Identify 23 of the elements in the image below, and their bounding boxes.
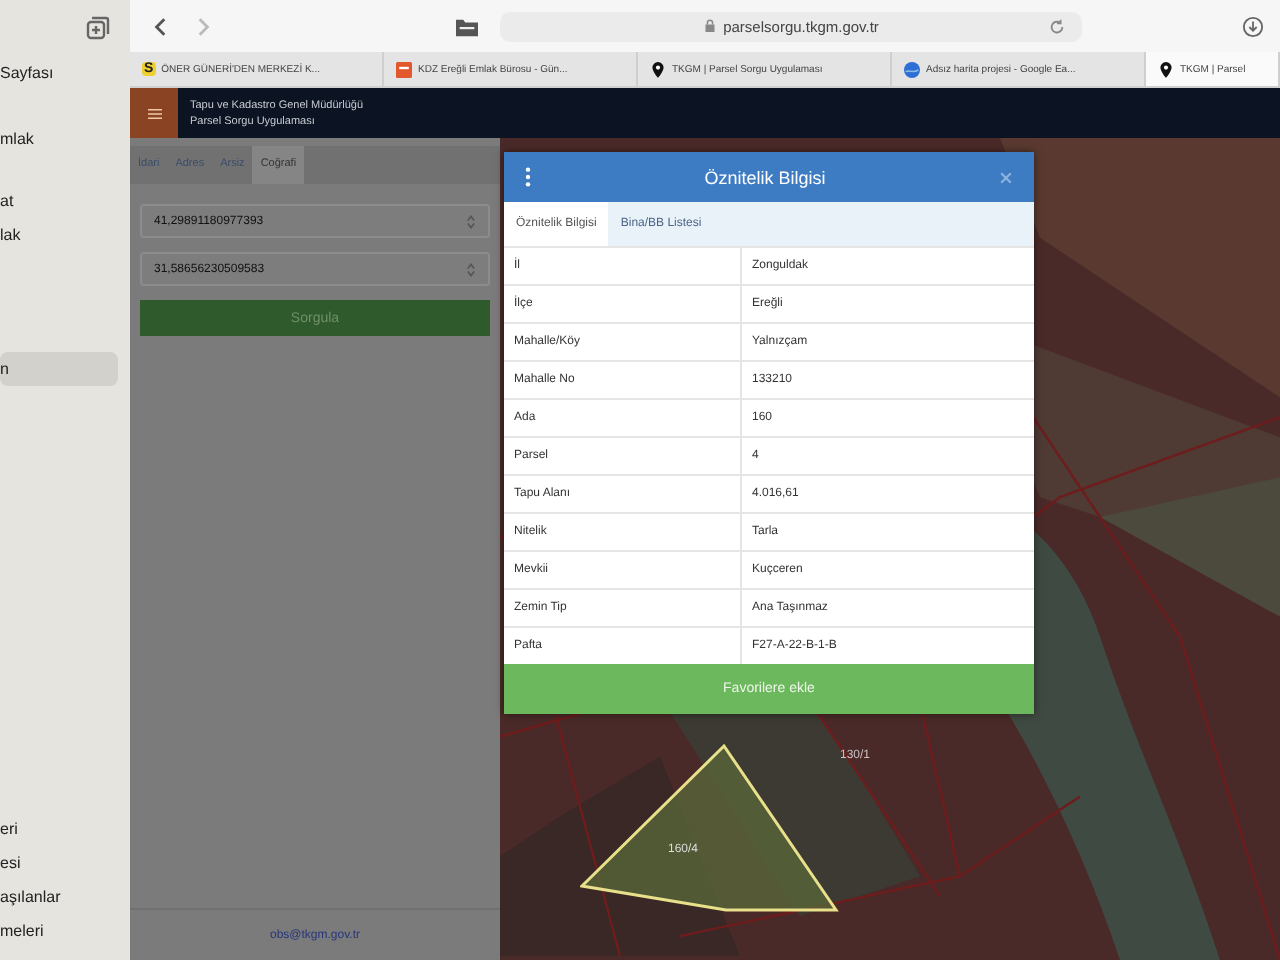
sidebar-item[interactable]: at bbox=[0, 184, 118, 218]
sidebar-item[interactable]: n bbox=[0, 352, 118, 386]
dialog-title: Öznitelik Bilgisi bbox=[704, 167, 826, 187]
sidebar-item[interactable]: aşılanlar bbox=[0, 880, 118, 914]
tabs-icon[interactable] bbox=[86, 16, 110, 40]
menu-button[interactable] bbox=[130, 88, 178, 138]
more-icon[interactable] bbox=[524, 166, 532, 188]
download-icon[interactable] bbox=[1242, 15, 1264, 37]
reload-icon[interactable] bbox=[1048, 17, 1066, 35]
sidebar-item[interactable]: meleri bbox=[0, 914, 118, 948]
folder-icon[interactable] bbox=[454, 15, 480, 37]
pin-icon bbox=[1158, 61, 1174, 77]
sidebar-item[interactable]: Sayfası bbox=[0, 56, 118, 90]
pin-icon bbox=[650, 61, 666, 77]
sidebar-item[interactable]: eri bbox=[0, 812, 118, 846]
sidebar-item[interactable]: esi bbox=[0, 846, 118, 880]
site-icon bbox=[396, 61, 412, 77]
globe-icon bbox=[904, 61, 920, 77]
sidebar-item[interactable]: lak bbox=[0, 218, 118, 252]
lock-icon bbox=[703, 18, 716, 34]
sidebar-item[interactable]: mlak bbox=[0, 122, 118, 156]
menu-icon bbox=[147, 107, 161, 119]
selected-parcel-drawing[interactable] bbox=[580, 742, 840, 912]
